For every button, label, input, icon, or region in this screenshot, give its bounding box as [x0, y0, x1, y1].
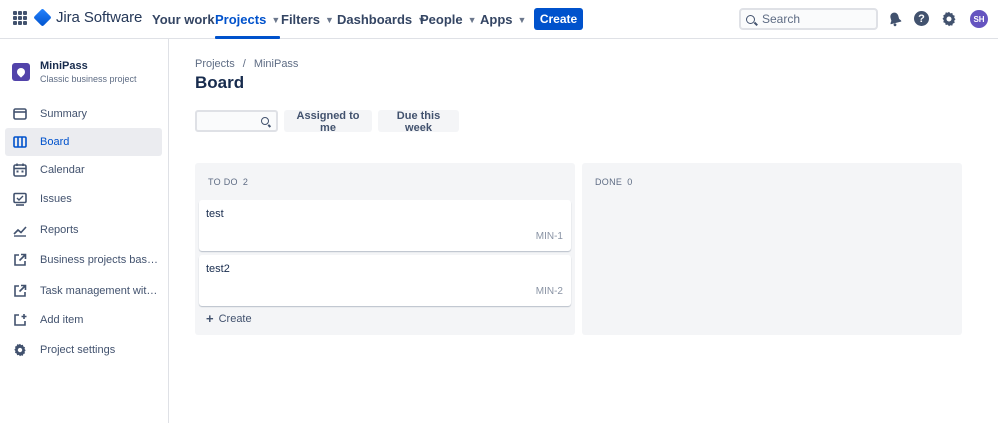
sidebar-item-reports[interactable]: Reports: [5, 216, 162, 244]
chevron-down-icon: ▼: [517, 14, 527, 25]
card-title: test2: [206, 263, 230, 275]
nav-your-work[interactable]: Your work: [152, 0, 215, 39]
nav-apps[interactable]: Apps ▼: [480, 0, 526, 39]
breadcrumb-separator: /: [242, 58, 246, 70]
card-title: test: [206, 208, 224, 220]
assigned-to-me-filter[interactable]: Assigned to me: [284, 110, 372, 134]
issue-card[interactable]: test MIN-1: [199, 200, 571, 251]
top-navigation: Jira Software Your work Projects ▼ Filter…: [0, 0, 998, 39]
chevron-down-icon: ▼: [325, 14, 334, 25]
sidebar-item-board[interactable]: Board: [5, 128, 162, 156]
due-this-week-filter[interactable]: Due this week: [378, 110, 459, 134]
sidebar-item-issues[interactable]: Issues: [5, 185, 162, 213]
add-item-icon: [14, 314, 27, 326]
project-name: MiniPass: [40, 60, 88, 72]
app-switcher-icon[interactable]: [13, 11, 27, 25]
sidebar-item-task-management[interactable]: Task management with ...: [5, 277, 162, 305]
chevron-down-icon: ▼: [467, 14, 477, 25]
sidebar-item-project-settings[interactable]: Project settings: [5, 336, 162, 364]
settings-icon[interactable]: [941, 11, 957, 27]
board-search-input[interactable]: [195, 110, 278, 132]
search-icon: [261, 117, 269, 125]
card-key: MIN-2: [535, 286, 563, 297]
breadcrumb-projects[interactable]: Projects: [195, 58, 235, 70]
help-icon[interactable]: ?: [914, 11, 929, 26]
nav-filters[interactable]: Filters ▼: [281, 0, 334, 39]
external-link-icon: [14, 253, 27, 266]
breadcrumb-minipass[interactable]: MiniPass: [254, 58, 299, 70]
jira-logo[interactable]: Jira Software: [33, 8, 143, 27]
create-issue-button[interactable]: + Create: [206, 311, 252, 326]
user-avatar[interactable]: SH: [970, 10, 988, 28]
nav-dashboards[interactable]: Dashboards ▼: [337, 0, 426, 39]
sidebar-item-business-projects-basics[interactable]: Business projects basics: [5, 246, 162, 274]
column-count: 2: [242, 177, 249, 187]
search-icon: [746, 14, 755, 24]
reports-icon: [13, 226, 27, 237]
sidebar-item-calendar[interactable]: Calendar: [5, 156, 162, 184]
plus-icon: +: [206, 311, 214, 326]
column-count: 0: [627, 177, 633, 187]
column-done: DONE 0: [582, 163, 962, 335]
breadcrumb: Projects / MiniPass: [195, 58, 298, 70]
jira-logo-icon: [33, 8, 52, 27]
search-input[interactable]: [762, 12, 872, 26]
nav-projects[interactable]: Projects ▼: [215, 0, 281, 39]
column-todo: TO DO 2 test MIN-1 test2 MIN-2 + Create: [195, 163, 575, 335]
page-title: Board: [195, 73, 245, 92]
app-name: Jira Software: [56, 9, 143, 26]
sidebar-item-summary[interactable]: Summary: [5, 100, 162, 128]
summary-icon: [13, 108, 27, 120]
issue-card[interactable]: test2 MIN-2: [199, 255, 571, 306]
card-key: MIN-1: [535, 231, 563, 242]
create-button[interactable]: Create: [534, 8, 583, 30]
gear-icon: [14, 343, 26, 357]
external-link-icon: [14, 284, 27, 297]
column-header: TO DO 2: [208, 177, 249, 187]
calendar-icon: [13, 163, 27, 177]
notifications-icon[interactable]: [887, 11, 903, 27]
project-sidebar: MiniPass Classic business project Summar…: [0, 39, 169, 423]
search-field[interactable]: [739, 8, 878, 30]
board-icon: [13, 136, 27, 148]
column-header: DONE 0: [595, 177, 633, 187]
nav-people[interactable]: People ▼: [420, 0, 477, 39]
project-type: Classic business project: [40, 74, 137, 84]
issues-icon: [13, 192, 27, 206]
sidebar-item-add-item[interactable]: Add item: [5, 306, 162, 334]
project-avatar-icon: [12, 63, 30, 81]
chevron-down-icon: ▼: [271, 14, 281, 25]
